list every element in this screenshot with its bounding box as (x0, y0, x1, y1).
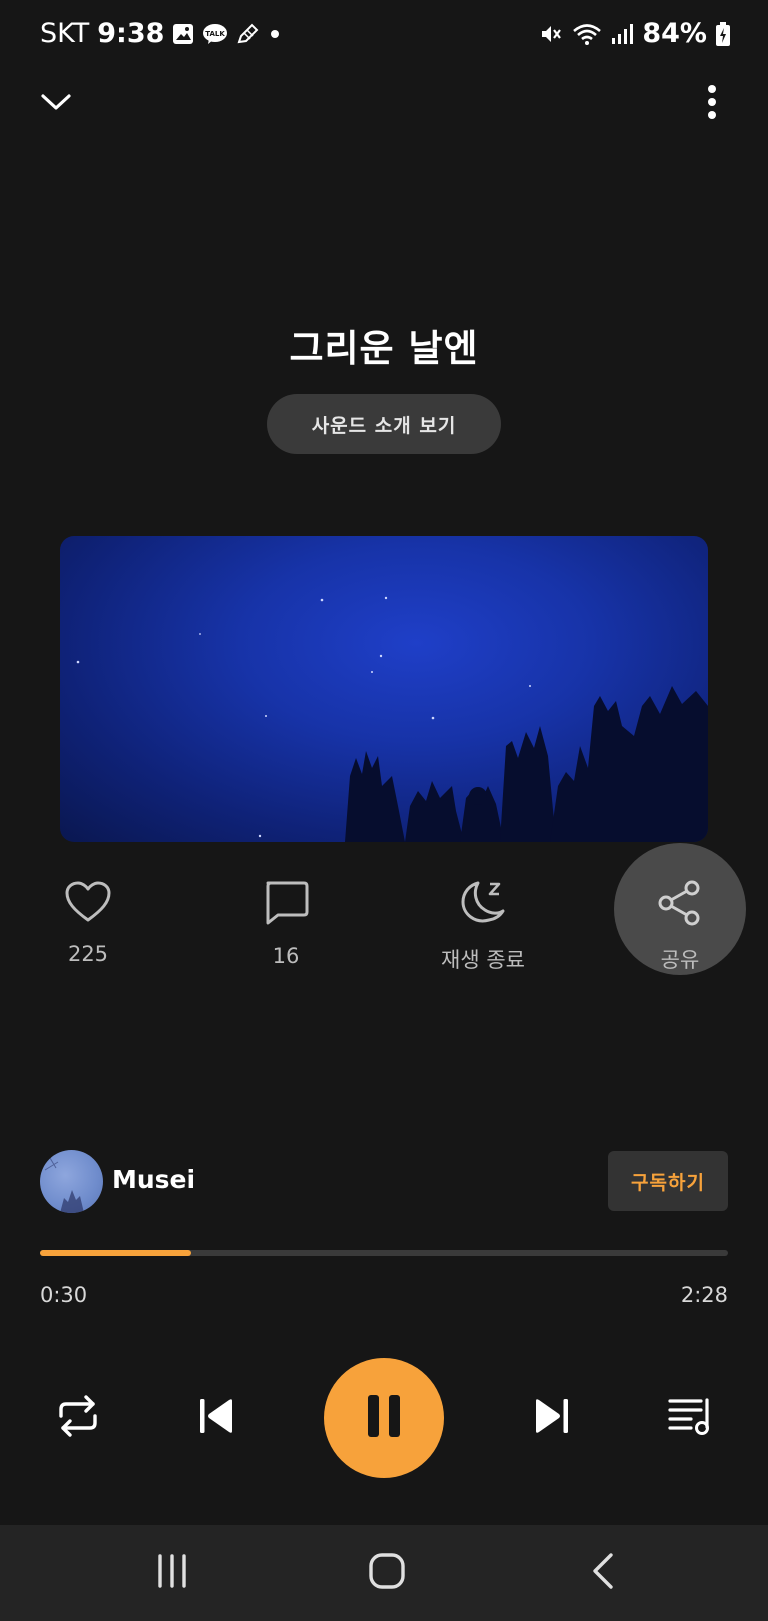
comment-count: 16 (272, 944, 300, 968)
playlist-icon (667, 1396, 713, 1440)
pause-icon (366, 1394, 402, 1442)
progress-fill (40, 1250, 192, 1256)
status-bar-left: SKT 9:38 TALK (40, 18, 282, 49)
heart-icon (64, 880, 112, 928)
comment-icon (262, 880, 310, 930)
share-button[interactable]: 공유 (620, 880, 740, 974)
playlist-button[interactable] (660, 1388, 720, 1448)
recents-button[interactable] (142, 1545, 202, 1601)
channel-name[interactable]: Musei (112, 1165, 195, 1194)
chevron-down-icon (40, 92, 72, 116)
total-time: 2:28 (680, 1283, 728, 1307)
home-icon (368, 1552, 406, 1594)
kakaotalk-icon: TALK (202, 23, 228, 45)
like-count: 225 (67, 942, 109, 966)
share-label: 공유 (660, 948, 700, 972)
previous-icon (196, 1396, 236, 1440)
progress-bar[interactable] (40, 1250, 728, 1256)
dot-icon (268, 27, 282, 41)
home-button[interactable] (357, 1545, 417, 1601)
like-button[interactable]: 225 (28, 880, 148, 966)
current-time: 0:30 (40, 1283, 88, 1307)
battery-charging-icon (716, 21, 730, 46)
back-button[interactable] (573, 1545, 633, 1601)
recents-icon (155, 1554, 189, 1592)
moon-icon (459, 880, 507, 930)
subscribe-button[interactable]: 구독하기 (608, 1151, 728, 1211)
next-icon (532, 1396, 572, 1440)
battery-percent: 84% (642, 18, 707, 49)
carrier-label: SKT (40, 18, 90, 49)
more-options-button[interactable] (692, 82, 732, 126)
signal-icon (611, 23, 634, 45)
more-vertical-icon (707, 84, 717, 124)
next-button[interactable] (522, 1388, 582, 1448)
wifi-icon (572, 22, 602, 46)
clock: 9:38 (97, 18, 165, 49)
track-title: 그리운 날엔 (289, 327, 479, 370)
gallery-icon (172, 23, 194, 45)
collapse-button[interactable] (36, 84, 76, 124)
sleep-timer-label: 재생 종료 (441, 948, 525, 972)
sound-intro-button[interactable]: 사운드 소개 보기 (267, 394, 501, 454)
channel-avatar[interactable] (40, 1150, 103, 1213)
comment-button[interactable]: 16 (226, 880, 346, 968)
pause-button[interactable] (324, 1358, 444, 1478)
status-bar-right: 84% (539, 18, 730, 49)
repeat-icon (55, 1394, 101, 1442)
share-icon (656, 880, 704, 930)
back-icon (590, 1552, 616, 1594)
pencil-icon (236, 23, 260, 45)
mute-icon (539, 22, 563, 46)
sleep-timer-button[interactable]: 재생 종료 (423, 880, 543, 974)
track-artwork (60, 536, 708, 842)
previous-button[interactable] (186, 1388, 246, 1448)
svg-text:TALK: TALK (206, 30, 226, 38)
repeat-button[interactable] (48, 1388, 108, 1448)
